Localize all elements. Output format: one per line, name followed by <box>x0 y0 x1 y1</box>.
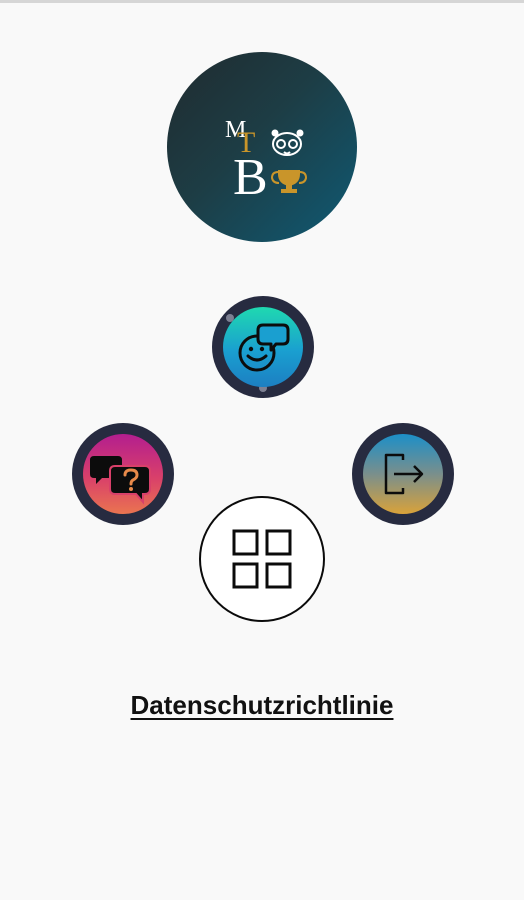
menu-button[interactable] <box>199 496 325 622</box>
faq-button[interactable] <box>72 423 174 525</box>
logo-letter-b: B <box>233 149 268 206</box>
smiley-chat-icon <box>238 323 290 372</box>
animal-face-icon <box>271 129 304 156</box>
logout-button-face <box>363 434 443 514</box>
logout-button[interactable] <box>352 423 454 525</box>
app-logo: M T B <box>167 52 357 242</box>
logout-icon <box>384 453 424 495</box>
chat-button[interactable] <box>212 296 314 398</box>
top-divider <box>0 0 524 3</box>
chat-button-face <box>223 307 303 387</box>
question-chat-icon <box>90 456 151 505</box>
privacy-policy-link[interactable]: Datenschutzrichtlinie <box>0 690 524 721</box>
mtb-logo-icon: M T B <box>225 117 308 206</box>
grid-icon <box>232 529 292 589</box>
trophy-icon <box>270 170 308 193</box>
faq-button-face <box>83 434 163 514</box>
